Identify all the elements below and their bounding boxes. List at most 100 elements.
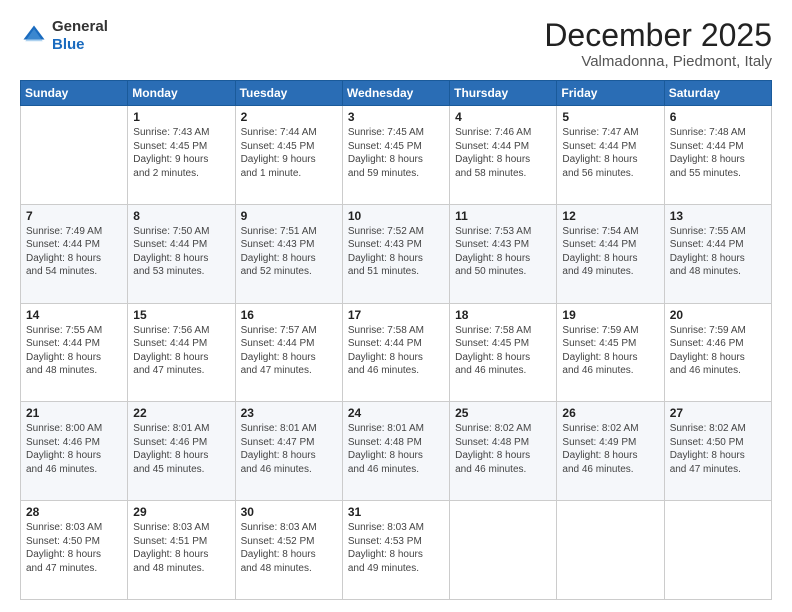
- day-number: 30: [241, 505, 337, 519]
- day-content: Sunrise: 7:50 AM Sunset: 4:44 PM Dayligh…: [133, 225, 229, 279]
- day-number: 15: [133, 308, 229, 322]
- col-thursday: Thursday: [450, 81, 557, 106]
- day-number: 19: [562, 308, 658, 322]
- table-row: 11Sunrise: 7:53 AM Sunset: 4:43 PM Dayli…: [450, 204, 557, 303]
- table-row: 27 Sunrise: 8:02 AM Sunset: 4:50 PM Dayli…: [664, 402, 771, 501]
- day-content: Sunrise: 8:03 AM Sunset: 4:50 PM Dayligh…: [26, 521, 122, 575]
- table-row: 28 Sunrise: 8:03 AM Sunset: 4:50 PM Dayli…: [21, 501, 128, 600]
- day-content: Sunrise: 7:55 AM Sunset: 4:44 PM Dayligh…: [670, 225, 766, 279]
- day-number: 25: [455, 406, 551, 420]
- table-row: 20 Sunrise: 7:59 AM Sunset: 4:46 PM Dayli…: [664, 303, 771, 402]
- table-row: 26 Sunrise: 8:02 AM Sunset: 4:49 PM Dayli…: [557, 402, 664, 501]
- logo: General Blue: [20, 18, 108, 54]
- table-row: 10Sunrise: 7:52 AM Sunset: 4:43 PM Dayli…: [342, 204, 449, 303]
- day-content: Sunrise: 7:53 AM Sunset: 4:43 PM Dayligh…: [455, 225, 551, 279]
- day-content: Sunrise: 8:01 AM Sunset: 4:48 PM Dayligh…: [348, 422, 444, 476]
- table-row: 22 Sunrise: 8:01 AM Sunset: 4:46 PM Dayli…: [128, 402, 235, 501]
- day-content: Sunrise: 7:55 AM Sunset: 4:44 PM Dayligh…: [26, 324, 122, 378]
- day-content: Sunrise: 8:02 AM Sunset: 4:48 PM Dayligh…: [455, 422, 551, 476]
- table-row: 4Sunrise: 7:46 AM Sunset: 4:44 PM Daylig…: [450, 106, 557, 205]
- table-row: 9 Sunrise: 7:51 AM Sunset: 4:43 PM Daylig…: [235, 204, 342, 303]
- day-number: 27: [670, 406, 766, 420]
- day-content: Sunrise: 7:52 AM Sunset: 4:43 PM Dayligh…: [348, 225, 444, 279]
- table-row: 31 Sunrise: 8:03 AM Sunset: 4:53 PM Dayli…: [342, 501, 449, 600]
- day-content: Sunrise: 8:03 AM Sunset: 4:53 PM Dayligh…: [348, 521, 444, 575]
- day-number: 8: [133, 209, 229, 223]
- day-content: Sunrise: 7:48 AM Sunset: 4:44 PM Dayligh…: [670, 126, 766, 180]
- title-block: December 2025 Valmadonna, Piedmont, Ital…: [544, 18, 772, 70]
- day-content: Sunrise: 7:59 AM Sunset: 4:45 PM Dayligh…: [562, 324, 658, 378]
- table-row: 25 Sunrise: 8:02 AM Sunset: 4:48 PM Dayli…: [450, 402, 557, 501]
- table-row: 24 Sunrise: 8:01 AM Sunset: 4:48 PM Dayli…: [342, 402, 449, 501]
- table-row: 17 Sunrise: 7:58 AM Sunset: 4:44 PM Dayli…: [342, 303, 449, 402]
- day-content: Sunrise: 7:59 AM Sunset: 4:46 PM Dayligh…: [670, 324, 766, 378]
- day-content: Sunrise: 7:57 AM Sunset: 4:44 PM Dayligh…: [241, 324, 337, 378]
- day-number: 22: [133, 406, 229, 420]
- day-number: 28: [26, 505, 122, 519]
- logo-icon: [20, 22, 48, 50]
- day-number: 20: [670, 308, 766, 322]
- day-content: Sunrise: 7:46 AM Sunset: 4:44 PM Dayligh…: [455, 126, 551, 180]
- day-number: 23: [241, 406, 337, 420]
- logo-general-text: General: [52, 18, 108, 35]
- day-content: Sunrise: 7:49 AM Sunset: 4:44 PM Dayligh…: [26, 225, 122, 279]
- day-content: Sunrise: 8:00 AM Sunset: 4:46 PM Dayligh…: [26, 422, 122, 476]
- table-row: 29 Sunrise: 8:03 AM Sunset: 4:51 PM Dayli…: [128, 501, 235, 600]
- day-content: Sunrise: 8:03 AM Sunset: 4:51 PM Dayligh…: [133, 521, 229, 575]
- table-row: 23 Sunrise: 8:01 AM Sunset: 4:47 PM Dayli…: [235, 402, 342, 501]
- day-number: 1: [133, 110, 229, 124]
- day-content: Sunrise: 7:45 AM Sunset: 4:45 PM Dayligh…: [348, 126, 444, 180]
- table-row: 18 Sunrise: 7:58 AM Sunset: 4:45 PM Dayli…: [450, 303, 557, 402]
- day-content: Sunrise: 7:56 AM Sunset: 4:44 PM Dayligh…: [133, 324, 229, 378]
- col-monday: Monday: [128, 81, 235, 106]
- day-content: Sunrise: 8:01 AM Sunset: 4:47 PM Dayligh…: [241, 422, 337, 476]
- table-row: 30Sunrise: 8:03 AM Sunset: 4:52 PM Dayli…: [235, 501, 342, 600]
- day-number: 9: [241, 209, 337, 223]
- day-content: Sunrise: 7:43 AM Sunset: 4:45 PM Dayligh…: [133, 126, 229, 180]
- day-content: Sunrise: 7:58 AM Sunset: 4:44 PM Dayligh…: [348, 324, 444, 378]
- day-content: Sunrise: 8:02 AM Sunset: 4:50 PM Dayligh…: [670, 422, 766, 476]
- table-row: 5Sunrise: 7:47 AM Sunset: 4:44 PM Daylig…: [557, 106, 664, 205]
- day-number: 29: [133, 505, 229, 519]
- day-content: Sunrise: 8:01 AM Sunset: 4:46 PM Dayligh…: [133, 422, 229, 476]
- table-row: [557, 501, 664, 600]
- table-row: 15 Sunrise: 7:56 AM Sunset: 4:44 PM Dayli…: [128, 303, 235, 402]
- day-content: Sunrise: 7:54 AM Sunset: 4:44 PM Dayligh…: [562, 225, 658, 279]
- day-number: 3: [348, 110, 444, 124]
- table-row: [450, 501, 557, 600]
- table-row: 19 Sunrise: 7:59 AM Sunset: 4:45 PM Dayli…: [557, 303, 664, 402]
- day-content: Sunrise: 7:58 AM Sunset: 4:45 PM Dayligh…: [455, 324, 551, 378]
- day-number: 13: [670, 209, 766, 223]
- month-title: December 2025: [544, 18, 772, 53]
- table-row: 16Sunrise: 7:57 AM Sunset: 4:44 PM Dayli…: [235, 303, 342, 402]
- day-number: 2: [241, 110, 337, 124]
- day-content: Sunrise: 7:51 AM Sunset: 4:43 PM Dayligh…: [241, 225, 337, 279]
- day-number: 7: [26, 209, 122, 223]
- day-number: 12: [562, 209, 658, 223]
- col-wednesday: Wednesday: [342, 81, 449, 106]
- page: General Blue December 2025 Valmadonna, P…: [0, 0, 792, 612]
- logo-blue-text: Blue: [52, 36, 85, 53]
- calendar-table: Sunday Monday Tuesday Wednesday Thursday…: [20, 80, 772, 600]
- day-number: 6: [670, 110, 766, 124]
- table-row: 3 Sunrise: 7:45 AM Sunset: 4:45 PM Daylig…: [342, 106, 449, 205]
- table-row: 6 Sunrise: 7:48 AM Sunset: 4:44 PM Daylig…: [664, 106, 771, 205]
- location: Valmadonna, Piedmont, Italy: [544, 53, 772, 70]
- table-row: [664, 501, 771, 600]
- header: General Blue December 2025 Valmadonna, P…: [20, 18, 772, 70]
- day-content: Sunrise: 8:02 AM Sunset: 4:49 PM Dayligh…: [562, 422, 658, 476]
- table-row: 1 Sunrise: 7:43 AM Sunset: 4:45 PM Daylig…: [128, 106, 235, 205]
- day-number: 26: [562, 406, 658, 420]
- day-number: 17: [348, 308, 444, 322]
- table-row: 21Sunrise: 8:00 AM Sunset: 4:46 PM Dayli…: [21, 402, 128, 501]
- col-saturday: Saturday: [664, 81, 771, 106]
- table-row: 14Sunrise: 7:55 AM Sunset: 4:44 PM Dayli…: [21, 303, 128, 402]
- col-friday: Friday: [557, 81, 664, 106]
- day-number: 24: [348, 406, 444, 420]
- day-number: 31: [348, 505, 444, 519]
- col-sunday: Sunday: [21, 81, 128, 106]
- day-number: 18: [455, 308, 551, 322]
- table-row: [21, 106, 128, 205]
- table-row: 2Sunrise: 7:44 AM Sunset: 4:45 PM Daylig…: [235, 106, 342, 205]
- calendar-header-row: Sunday Monday Tuesday Wednesday Thursday…: [21, 81, 772, 106]
